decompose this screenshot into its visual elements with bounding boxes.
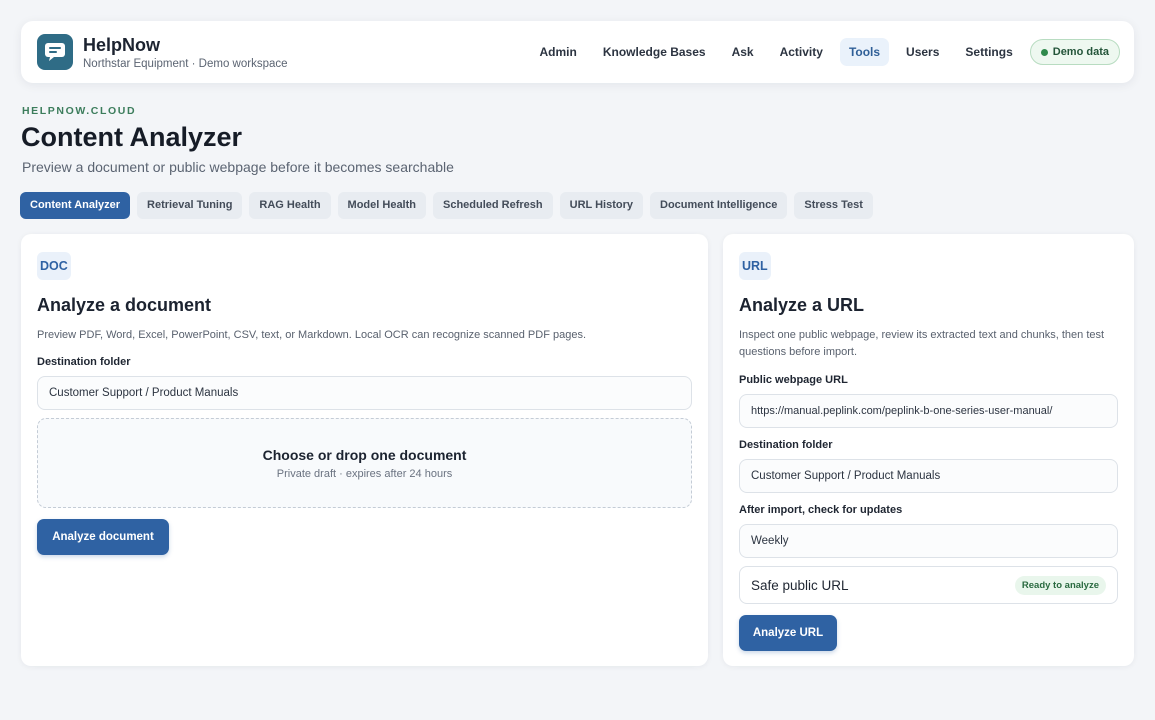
url-card-description: Inspect one public webpage, review its e… [739,329,1105,358]
dropzone-subtitle: Private draft · expires after 24 hours [276,468,453,480]
dropzone-title: Choose or drop one document [262,447,467,463]
app-name: HelpNow [83,34,161,55]
nav-ask[interactable]: Ask [723,38,763,66]
nav-tools[interactable]: Tools [839,38,890,66]
page-eyebrow: HELPNOW.CLOUD [22,105,137,117]
url-destination-folder-select[interactable]: Customer Support / Product Manuals [739,459,1118,493]
tab-rag-health[interactable]: RAG Health [249,192,331,219]
analyze-url-button[interactable]: Analyze URL [739,615,837,651]
main-nav: Admin Knowledge Bases Ask Activity Tools… [523,38,1120,66]
page-subtitle: Preview a document or public webpage bef… [22,159,454,175]
update-frequency-select[interactable]: Weekly [739,524,1118,558]
demo-data-badge[interactable]: Demo data [1029,39,1120,65]
update-frequency-label: After import, check for updates [739,504,903,516]
url-card-title: Analyze a URL [739,295,865,315]
page-title: Content Analyzer [21,122,243,152]
tools-tabs: Content Analyzer Retrieval Tuning RAG He… [20,192,880,219]
status-dot-icon [1040,48,1048,56]
url-input-value: https://manual.peplink.com/peplink-b-one… [751,405,1053,417]
url-folder-value: Customer Support / Product Manuals [751,470,941,482]
url-input-label: Public webpage URL [739,374,848,386]
tab-retrieval-tuning[interactable]: Retrieval Tuning [137,192,243,219]
document-dropzone[interactable]: Choose or drop one document Private draf… [37,418,692,508]
update-frequency-value: Weekly [751,535,789,547]
safe-url-label: Safe public URL [751,577,849,593]
tab-stress-test[interactable]: Stress Test [794,192,873,219]
tab-content-analyzer[interactable]: Content Analyzer [20,192,131,219]
nav-users[interactable]: Users [897,38,948,66]
url-safety-status: Safe public URL Ready to analyze [739,566,1118,604]
doc-card-title: Analyze a document [37,295,212,315]
doc-destination-folder-select[interactable]: Customer Support / Product Manuals [37,376,692,410]
doc-folder-value: Customer Support / Product Manuals [49,387,239,399]
top-navigation-bar: HelpNow Northstar Equipment · Demo works… [21,21,1134,83]
analyze-document-button[interactable]: Analyze document [37,519,169,555]
nav-knowledge-bases[interactable]: Knowledge Bases [594,38,715,66]
tab-model-health[interactable]: Model Health [337,192,426,219]
ready-status-badge: Ready to analyze [1014,575,1106,595]
analyze-document-card: DOC Analyze a document Preview PDF, Word… [21,234,708,666]
doc-badge: DOC [37,252,71,280]
tab-scheduled-refresh[interactable]: Scheduled Refresh [433,192,553,219]
tab-url-history[interactable]: URL History [559,192,644,219]
nav-activity[interactable]: Activity [771,38,832,66]
doc-card-description: Preview PDF, Word, Excel, PowerPoint, CS… [37,329,587,341]
nav-admin[interactable]: Admin [531,38,586,66]
url-badge: URL [739,252,771,280]
workspace-name: Northstar Equipment · Demo workspace [83,57,288,70]
chat-bubble-icon[interactable] [37,34,73,70]
brand: HelpNow Northstar Equipment · Demo works… [83,35,288,70]
nav-settings[interactable]: Settings [956,38,1021,66]
analyze-url-card: URL Analyze a URL Inspect one public web… [723,234,1134,666]
public-url-input[interactable]: https://manual.peplink.com/peplink-b-one… [739,394,1118,428]
doc-folder-label: Destination folder [37,356,131,368]
url-folder-label: Destination folder [739,439,833,451]
tab-document-intelligence[interactable]: Document Intelligence [650,192,788,219]
demo-data-label: Demo data [1052,46,1109,58]
